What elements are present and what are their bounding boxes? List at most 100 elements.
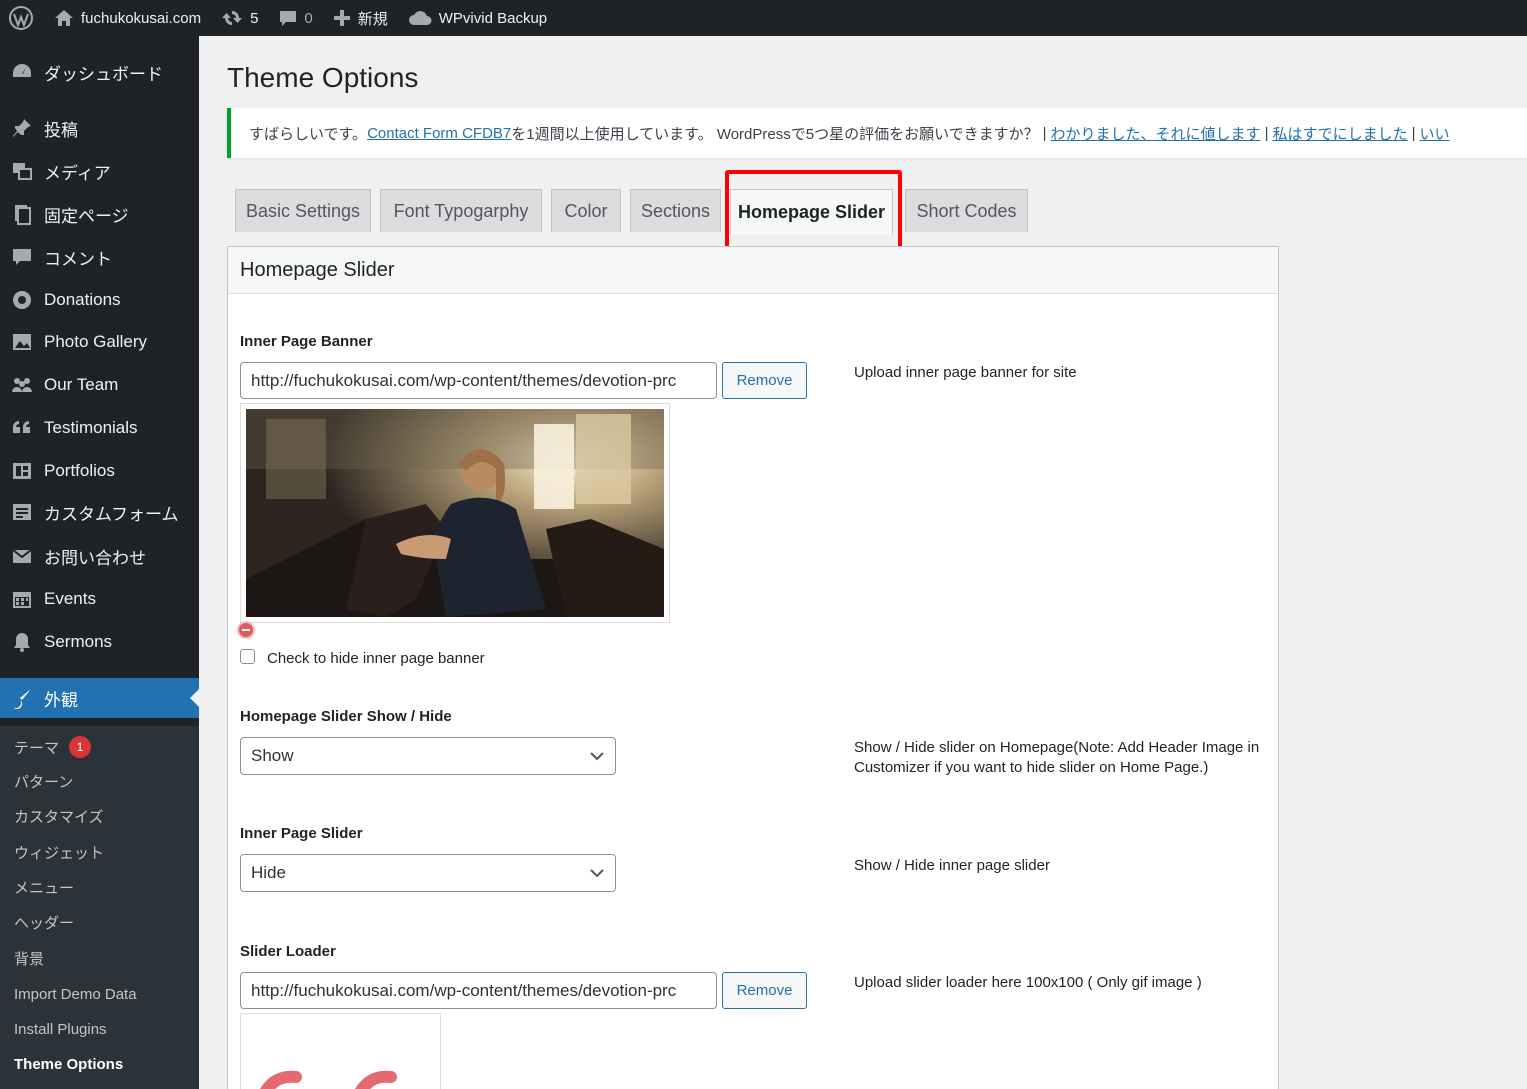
inner-slider-description: Show / Hide inner page slider <box>854 857 1050 874</box>
hide-inner-banner-checkbox[interactable] <box>240 649 255 664</box>
submenu-item-patterns[interactable]: パターン <box>14 769 73 793</box>
sidebar-item-sermons[interactable]: Sermons <box>0 622 199 662</box>
plus-icon <box>333 10 350 26</box>
sidebar-item-portfolios[interactable]: Portfolios <box>0 451 199 491</box>
comment-icon <box>0 246 44 268</box>
sidebar-item-comments[interactable]: コメント <box>0 237 199 277</box>
slider-show-description: Show / Hide slider on Homepage(Note: Add… <box>854 739 1260 776</box>
wpvivid-backup-link[interactable]: WPvivid Backup <box>398 0 557 36</box>
tab-homepage-slider[interactable]: Homepage Slider <box>730 189 893 235</box>
sidebar-item-label: Events <box>44 589 96 608</box>
bell-icon <box>0 631 44 653</box>
portfolio-icon <box>0 460 44 482</box>
gallery-icon <box>0 331 44 353</box>
comments-count: 0 <box>304 9 313 27</box>
home-icon <box>55 10 73 26</box>
appearance-submenu: テーマ 1 パターン カスタマイズ ウィジェット メニュー ヘッダー 背景 Im… <box>0 726 199 1089</box>
chevron-down-icon <box>590 752 604 761</box>
notice-separator: | <box>1264 124 1269 142</box>
sidebar-item-events[interactable]: Events <box>0 579 199 619</box>
remove-image-icon[interactable] <box>237 621 255 639</box>
main-content: Theme Options すばらしいです。 Contact Form CFDB… <box>199 36 1527 1089</box>
pages-icon <box>0 203 44 225</box>
sidebar-item-media[interactable]: メディア <box>0 151 199 191</box>
slider-show-select[interactable]: Show <box>240 737 616 775</box>
page-title: Theme Options <box>227 62 419 93</box>
sidebar-item-label: 外観 <box>44 690 78 710</box>
new-label: 新規 <box>357 10 388 28</box>
submenu-item-customize[interactable]: カスタマイズ <box>14 804 104 828</box>
inner-banner-remove-button[interactable]: Remove <box>722 362 807 399</box>
inner-banner-preview <box>240 403 670 623</box>
slider-loader-remove-button[interactable]: Remove <box>722 972 807 1009</box>
sidebar-item-pages[interactable]: 固定ページ <box>0 194 199 234</box>
sidebar-item-dashboard[interactable]: ダッシュボード <box>0 52 199 92</box>
sidebar-item-label: 投稿 <box>44 120 78 140</box>
brush-icon <box>0 687 44 709</box>
wordpress-logo-icon[interactable] <box>0 0 44 36</box>
sidebar-item-appearance[interactable]: 外観 <box>0 678 199 718</box>
update-count-badge: 1 <box>69 736 92 758</box>
slider-loader-preview <box>240 1013 441 1089</box>
tab-color[interactable]: Color <box>551 189 621 232</box>
notice-separator: | <box>1411 124 1416 142</box>
sidebar-item-testimonials[interactable]: Testimonials <box>0 408 199 448</box>
inner-banner-url-input[interactable]: http://fuchukokusai.com/wp-content/theme… <box>240 362 717 399</box>
sidebar-item-photo-gallery[interactable]: Photo Gallery <box>0 322 199 362</box>
slider-loader-label: Slider Loader <box>240 943 336 960</box>
banner-image <box>246 409 664 617</box>
updates-icon <box>222 11 243 25</box>
submenu-item-label: テーマ <box>14 739 60 757</box>
sidebar-item-custom-form[interactable]: カスタムフォーム <box>0 492 199 532</box>
chevron-down-icon <box>590 869 604 878</box>
slider-show-value: Show <box>251 746 294 765</box>
notice-plugin-link[interactable]: Contact Form CFDB7 <box>367 125 511 142</box>
notice-rate-link[interactable]: わかりました、それに値します <box>1051 123 1261 144</box>
form-icon <box>0 501 44 523</box>
inner-banner-label: Inner Page Banner <box>240 333 373 350</box>
tab-font-typography[interactable]: Font Typogarphy <box>380 189 542 232</box>
submenu-item-import-demo-data[interactable]: Import Demo Data <box>14 982 137 1006</box>
sidebar-item-label: Photo Gallery <box>44 332 147 351</box>
submenu-item-background[interactable]: 背景 <box>14 946 44 970</box>
notice-already-done-link[interactable]: 私はすでにしました <box>1272 123 1407 144</box>
settings-panel: Homepage Slider Inner Page Banner http:/… <box>227 246 1279 1089</box>
comments-link[interactable]: 0 <box>268 0 322 36</box>
submenu-item-theme-options[interactable]: Theme Options <box>14 1052 123 1076</box>
hide-inner-banner-label: Check to hide inner page banner <box>267 650 485 667</box>
team-icon <box>0 374 44 396</box>
notice-more-link[interactable]: いい <box>1420 123 1450 144</box>
inner-slider-value: Hide <box>251 863 286 882</box>
sidebar-item-donations[interactable]: Donations <box>0 280 199 320</box>
submenu-item-themes[interactable]: テーマ 1 <box>14 735 92 759</box>
sidebar-item-label: メディア <box>44 163 111 183</box>
dashboard-icon <box>0 61 44 83</box>
admin-bar: fuchukokusai.com 5 0 新規 WPvivid Backup <box>0 0 1527 36</box>
submenu-item-menus[interactable]: メニュー <box>14 875 74 899</box>
site-name-link[interactable]: fuchukokusai.com <box>44 0 211 36</box>
submenu-item-install-plugins[interactable]: Install Plugins <box>14 1017 107 1041</box>
pin-icon <box>0 117 44 139</box>
slider-loader-url-input[interactable]: http://fuchukokusai.com/wp-content/theme… <box>240 972 717 1009</box>
cloud-icon <box>408 11 432 25</box>
sidebar-item-our-team[interactable]: Our Team <box>0 365 199 405</box>
updates-link[interactable]: 5 <box>211 0 268 36</box>
submenu-item-header[interactable]: ヘッダー <box>14 910 74 934</box>
comment-bubble-icon <box>280 11 297 26</box>
inner-slider-select[interactable]: Hide <box>240 854 616 892</box>
notice-text-before: すばらしいです。 <box>249 125 368 143</box>
submenu-item-widgets[interactable]: ウィジェット <box>14 840 104 864</box>
loader-image <box>260 1070 397 1089</box>
slider-show-label: Homepage Slider Show / Hide <box>240 708 452 725</box>
sidebar-item-posts[interactable]: 投稿 <box>0 108 199 148</box>
quote-icon <box>0 417 44 439</box>
sidebar-item-contact[interactable]: お問い合わせ <box>0 536 199 576</box>
calendar-icon <box>0 588 44 610</box>
tab-sections[interactable]: Sections <box>630 189 721 232</box>
new-content-link[interactable]: 新規 <box>323 0 398 36</box>
sidebar-item-label: Donations <box>44 290 121 309</box>
tab-short-codes[interactable]: Short Codes <box>905 189 1028 232</box>
mail-icon <box>0 545 44 567</box>
notice-separator: | <box>1042 124 1047 142</box>
tab-basic-settings[interactable]: Basic Settings <box>235 189 371 232</box>
